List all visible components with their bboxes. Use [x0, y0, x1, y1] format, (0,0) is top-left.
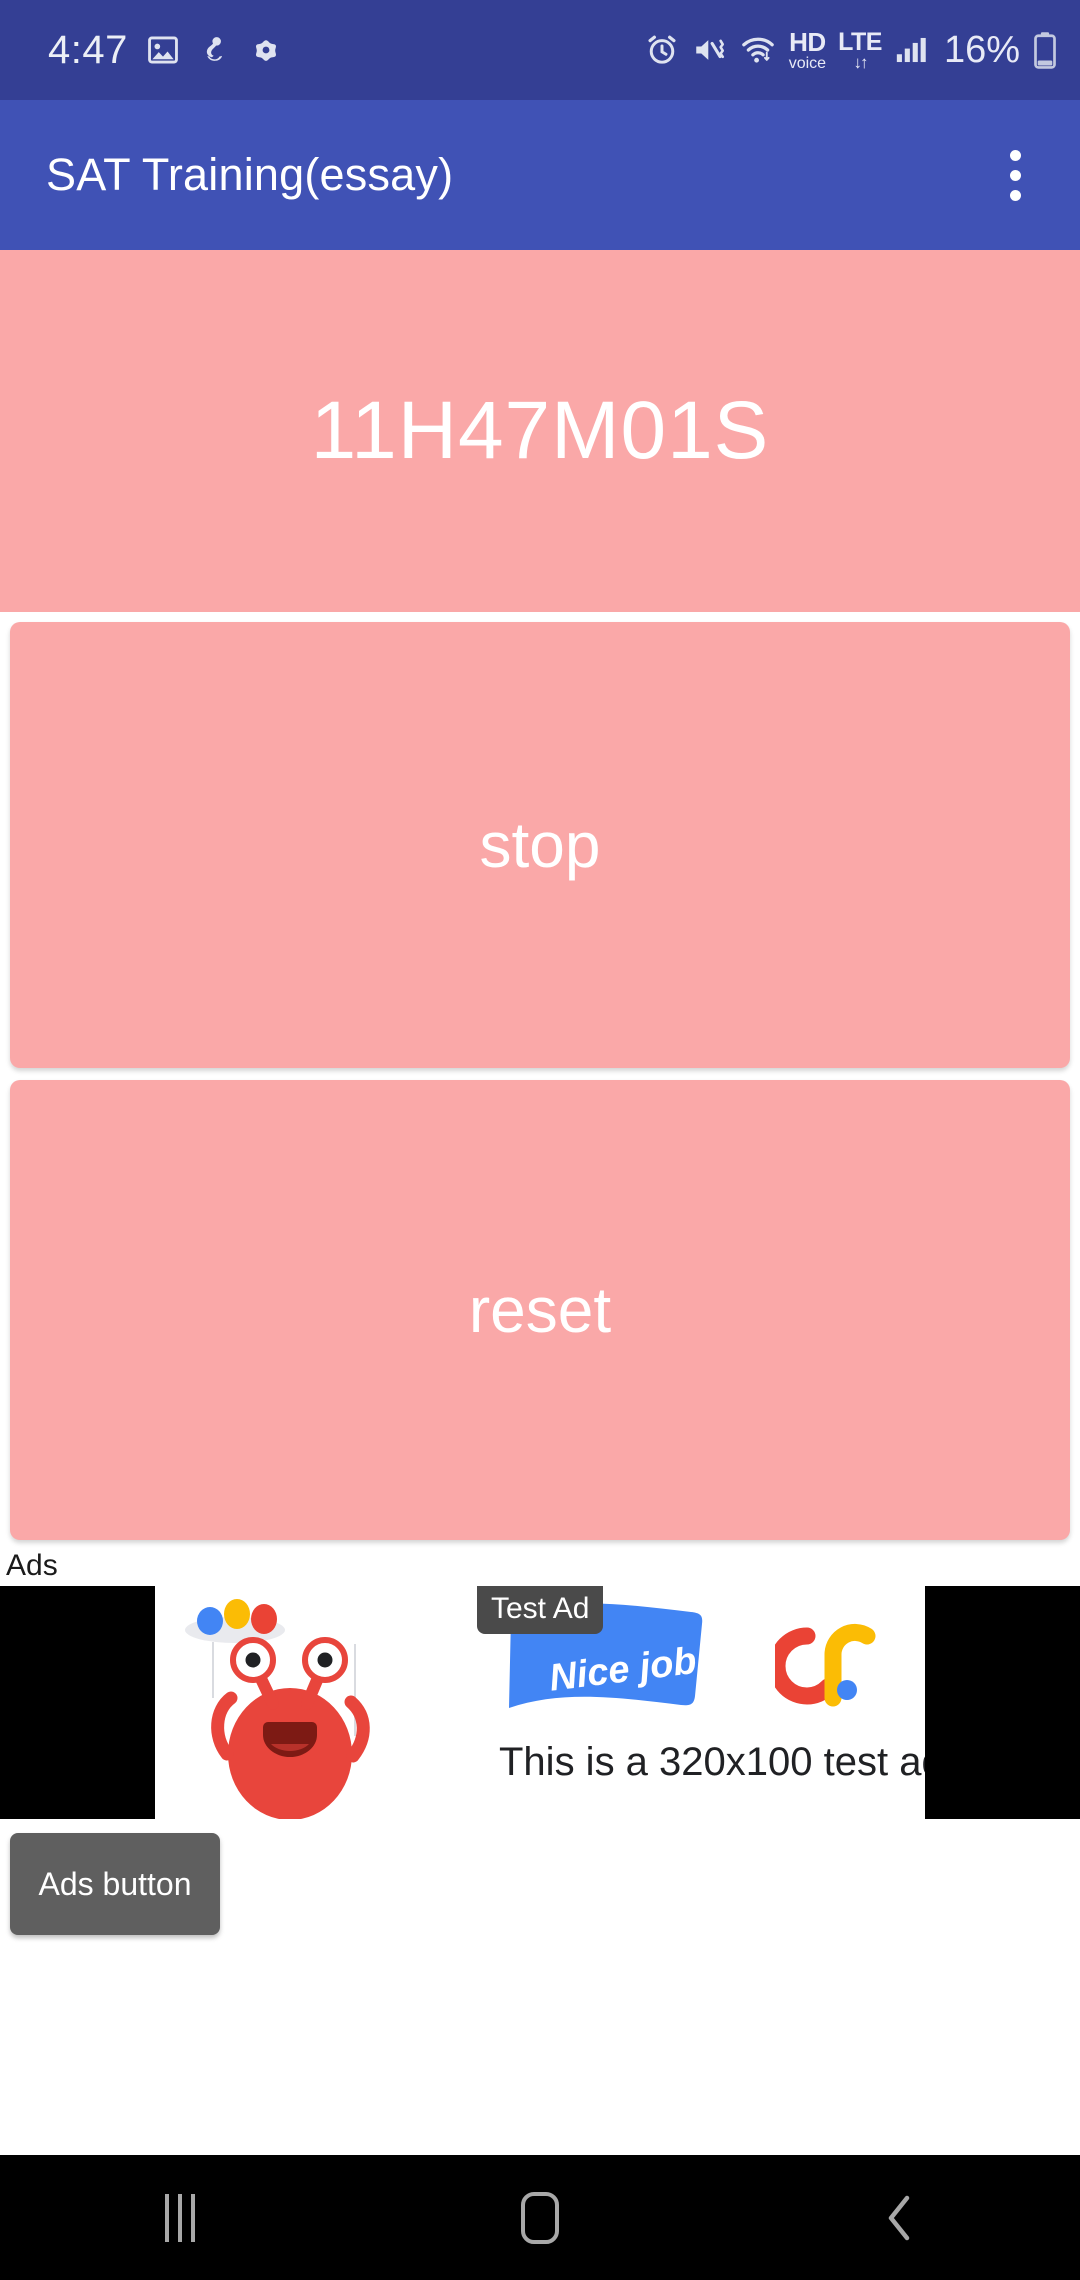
ad-artwork [155, 1586, 485, 1819]
recents-icon[interactable] [80, 2155, 280, 2280]
phone-screen: 4:47 HD voice LTE ↓↑ 16% SAT Training(es… [0, 0, 1080, 2280]
voice-label: voice [788, 54, 827, 72]
status-bar: 4:47 HD voice LTE ↓↑ 16% [0, 0, 1080, 100]
recents-glyph [165, 2193, 195, 2242]
home-glyph [521, 2191, 559, 2244]
ads-section-label: Ads [6, 1549, 58, 1582]
recents-bar [165, 2193, 169, 2242]
stop-button[interactable]: stop [10, 622, 1070, 1068]
anchor-icon [198, 33, 230, 67]
avast-icon [248, 33, 284, 67]
home-icon[interactable] [440, 2155, 640, 2280]
alarm-icon [645, 33, 679, 67]
hd-voice-icon: HD voice [789, 29, 826, 72]
back-glyph [888, 2195, 910, 2240]
navigation-bar [0, 2155, 1080, 2280]
recents-bar [178, 2193, 182, 2242]
more-dot [1009, 149, 1021, 161]
more-vert-icon[interactable] [980, 129, 1050, 221]
timer-display: 11H47M01S [310, 385, 770, 476]
status-time: 4:47 [48, 27, 128, 72]
battery-icon [1032, 31, 1058, 69]
admob-logo-icon [768, 1586, 925, 1819]
mute-vibrate-icon [691, 33, 727, 67]
signal-bars-icon [894, 33, 928, 67]
status-bar-left: 4:47 [48, 28, 645, 73]
status-bar-right: HD voice LTE ↓↑ 16% [645, 29, 1058, 72]
app-bar: SAT Training(essay) [0, 100, 1080, 250]
back-icon[interactable] [800, 2155, 1000, 2280]
recents-bar [191, 2193, 195, 2242]
reset-button[interactable]: reset [10, 1080, 1070, 1540]
wifi-icon [739, 33, 777, 67]
test-ad-badge: Test Ad [477, 1586, 604, 1634]
hd-label: HD [789, 26, 826, 57]
battery-percent: 16% [943, 28, 1020, 71]
red-monster-icon [185, 1599, 370, 1819]
lte-arrows: ↓↑ [853, 52, 869, 72]
timer-panel: 11H47M01S [0, 250, 1080, 612]
more-dot [1009, 189, 1021, 201]
lte-label: LTE [838, 27, 882, 56]
image-icon [146, 33, 180, 67]
more-dot [1009, 169, 1021, 181]
lte-icon: LTE ↓↑ [838, 27, 882, 72]
ads-button[interactable]: Ads button [10, 1833, 220, 1935]
ad-banner[interactable]: Test Ad Nice job! This is a 320x100 test… [155, 1586, 925, 1819]
page-title: SAT Training(essay) [46, 149, 454, 200]
ad-banner-strip[interactable]: Test Ad Nice job! This is a 320x100 test… [0, 1586, 1080, 1819]
